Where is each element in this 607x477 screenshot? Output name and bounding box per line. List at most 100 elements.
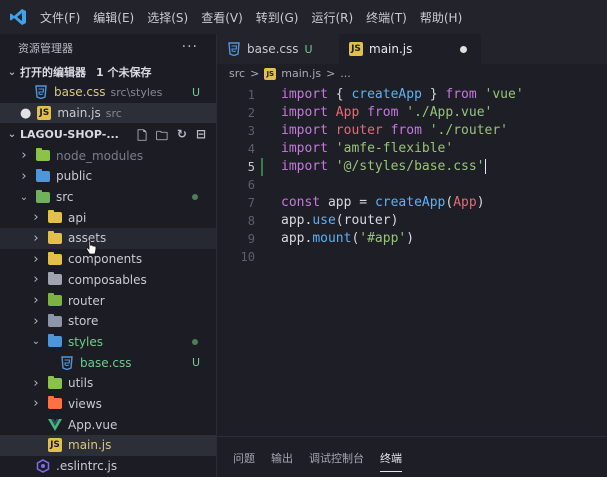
tree-folder[interactable]: › assets	[0, 228, 216, 249]
line-number: 10	[240, 250, 255, 264]
code-token: )	[476, 195, 485, 210]
changes-dot-icon	[192, 194, 198, 201]
tree-folder[interactable]: › router	[0, 290, 216, 311]
code-text: app.mount('#app')	[281, 230, 414, 248]
tree-folder[interactable]: ⌄ styles	[0, 332, 216, 353]
breadcrumb: src > JS main.js > ...	[229, 67, 351, 80]
js-icon: JS	[349, 42, 363, 56]
code-text: const app = createApp(App)	[281, 194, 485, 212]
line-number: 7	[247, 196, 255, 210]
vscode-logo-icon	[8, 7, 28, 27]
open-editors-label: 打开的编辑器	[20, 66, 86, 79]
panel-tab[interactable]: 终端	[380, 438, 402, 477]
folder-icon	[48, 313, 62, 327]
line-number: 4	[247, 142, 255, 156]
code-token: app.	[281, 213, 313, 228]
code-line[interactable]: 4 import 'amfe-flexible'	[217, 140, 607, 158]
code-line[interactable]: 7 const app = createApp(App)	[217, 194, 607, 212]
tree-folder[interactable]: › node_modules	[0, 145, 216, 166]
tree-item-label: base.css	[80, 355, 132, 370]
code-text: import '@/styles/base.css'	[281, 158, 486, 176]
menu-item[interactable]: 选择(S)	[147, 9, 188, 26]
tab-base-css[interactable]: base.css U	[217, 34, 339, 64]
code-token: }	[421, 87, 446, 102]
menu-item[interactable]: 文件(F)	[40, 9, 80, 26]
panel-tab[interactable]: 调试控制台	[309, 438, 364, 477]
tree-folder[interactable]: › public	[0, 166, 216, 187]
tree-folder[interactable]: › views	[0, 394, 216, 415]
menu-bar: 文件(F) 编辑(E) 选择(S) 查看(V) 转到(G) 运行(R) 终端(T) 帮助(H)	[0, 0, 607, 34]
chevron-down-icon: ⌄	[7, 66, 17, 78]
open-editor-name: main.js	[57, 106, 101, 121]
open-editor-item[interactable]: base.css src\styles U	[0, 82, 216, 103]
chevron-down-icon: ⌄	[31, 336, 41, 348]
code-line[interactable]: 8 app.use(router)	[217, 212, 607, 230]
panel-tab[interactable]: 问题	[233, 438, 255, 477]
unsaved-dot-icon[interactable]	[460, 46, 467, 53]
untracked-badge: U	[304, 42, 313, 56]
project-header[interactable]: ⌄ LAGOU-SHOP-... 🗋 🗀 ↻ ⊟	[0, 123, 216, 145]
tree-item-label: utils	[68, 376, 94, 391]
code-text: import router from './router'	[281, 122, 508, 140]
code-token: from	[367, 105, 399, 120]
tab-main-js[interactable]: JS main.js	[339, 34, 481, 64]
folder-icon	[48, 272, 62, 286]
tree-folder[interactable]: › components	[0, 249, 216, 270]
tree-file[interactable]: .eslintrc.js	[0, 456, 216, 477]
folder-icon	[48, 334, 62, 348]
file-tree: › node_modules › public ⌄ src › api › assets › comp…	[0, 145, 216, 476]
code-token: {	[327, 87, 352, 102]
menu-item[interactable]: 终端(T)	[366, 9, 407, 26]
code-line[interactable]: 5 import '@/styles/base.css'	[217, 158, 607, 176]
code-line[interactable]: 3 import router from './router'	[217, 122, 607, 140]
open-editors-header[interactable]: ⌄ 打开的编辑器 1 个未保存	[0, 62, 216, 82]
code-line[interactable]: 6	[217, 176, 607, 194]
panel-tab[interactable]: 输出	[271, 438, 293, 477]
breadcrumb-item[interactable]: ...	[340, 67, 351, 80]
line-number: 9	[247, 232, 255, 246]
tree-folder[interactable]: ⌄ src	[0, 187, 216, 208]
chevron-right-icon: ›	[33, 375, 39, 391]
tree-file[interactable]: JS main.js	[0, 435, 216, 456]
menu-item[interactable]: 转到(G)	[256, 9, 299, 26]
css-icon	[34, 85, 48, 100]
tree-folder[interactable]: › api	[0, 207, 216, 228]
tree-item-label: src	[56, 190, 74, 205]
code-token: from	[445, 87, 477, 102]
tree-file[interactable]: App.vue	[0, 414, 216, 435]
tree-folder[interactable]: › store	[0, 311, 216, 332]
tree-folder[interactable]: › utils	[0, 373, 216, 394]
open-editor-item[interactable]: ● JS main.js src	[0, 102, 216, 124]
menu-item[interactable]: 查看(V)	[201, 9, 243, 26]
tree-file[interactable]: base.css U	[0, 352, 216, 373]
js-icon: JS	[37, 106, 52, 121]
code-editor[interactable]: 1 import { createApp } from 'vue' 2 import …	[217, 84, 607, 434]
code-token: mount	[312, 231, 352, 246]
breadcrumb-item[interactable]: main.js	[281, 67, 321, 80]
code-line[interactable]: 10	[217, 248, 607, 266]
menu-item[interactable]: 编辑(E)	[93, 9, 134, 26]
menu-items: 文件(F) 编辑(E) 选择(S) 查看(V) 转到(G) 运行(R) 终端(T) 帮助(H)	[40, 9, 475, 26]
changes-dot-icon	[192, 338, 198, 345]
code-line[interactable]: 1 import { createApp } from 'vue'	[217, 86, 607, 104]
explorer-title: 资源管理器 ···	[0, 34, 216, 62]
open-editor-path: src\styles	[110, 85, 163, 99]
code-token: )	[406, 231, 415, 246]
code-line[interactable]: 9 app.mount('#app')	[217, 230, 607, 248]
breadcrumb-item[interactable]: src	[229, 67, 245, 80]
tree-item-label: .eslintrc.js	[56, 459, 118, 474]
more-actions-icon[interactable]: ···	[182, 39, 198, 55]
tab-label: main.js	[369, 42, 413, 56]
folder-icon	[48, 396, 62, 410]
code-token: import	[281, 123, 328, 138]
menu-item[interactable]: 帮助(H)	[420, 9, 462, 26]
menu-item[interactable]: 运行(R)	[311, 9, 353, 26]
code-line[interactable]: 2 import App from './App.vue'	[217, 104, 607, 122]
tree-item-label: public	[56, 169, 93, 184]
tree-folder[interactable]: › composables	[0, 270, 216, 291]
project-name: LAGOU-SHOP-...	[20, 127, 119, 141]
code-token: '@/styles/base.css'	[335, 159, 485, 174]
